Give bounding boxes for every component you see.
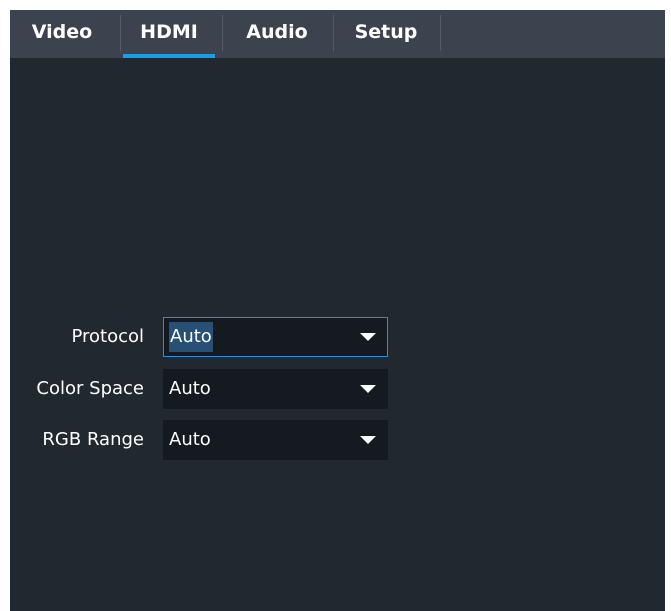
tab-divider xyxy=(333,15,334,51)
chevron-down-icon xyxy=(360,436,376,444)
tab-bar: Video HDMI Audio Setup xyxy=(10,10,665,58)
tab-hdmi[interactable]: HDMI xyxy=(123,10,215,58)
tab-divider xyxy=(120,15,121,51)
protocol-select[interactable]: Auto xyxy=(163,317,388,357)
color-space-label: Color Space xyxy=(36,378,144,399)
settings-window: Video HDMI Audio Setup Protocol Auto Col… xyxy=(10,10,665,611)
protocol-value: Auto xyxy=(169,322,213,352)
tab-setup[interactable]: Setup xyxy=(346,10,426,58)
color-space-value: Auto xyxy=(169,378,211,399)
chevron-down-icon xyxy=(360,385,376,393)
rgb-range-value: Auto xyxy=(169,429,211,450)
tab-video[interactable]: Video xyxy=(24,10,100,58)
rgb-range-label: RGB Range xyxy=(42,429,144,450)
protocol-label: Protocol xyxy=(71,326,144,347)
chevron-down-icon xyxy=(360,333,376,341)
tab-divider xyxy=(440,15,441,51)
tab-audio[interactable]: Audio xyxy=(234,10,320,58)
tab-divider xyxy=(222,15,223,51)
rgb-range-select[interactable]: Auto xyxy=(163,420,388,460)
color-space-select[interactable]: Auto xyxy=(163,369,388,409)
